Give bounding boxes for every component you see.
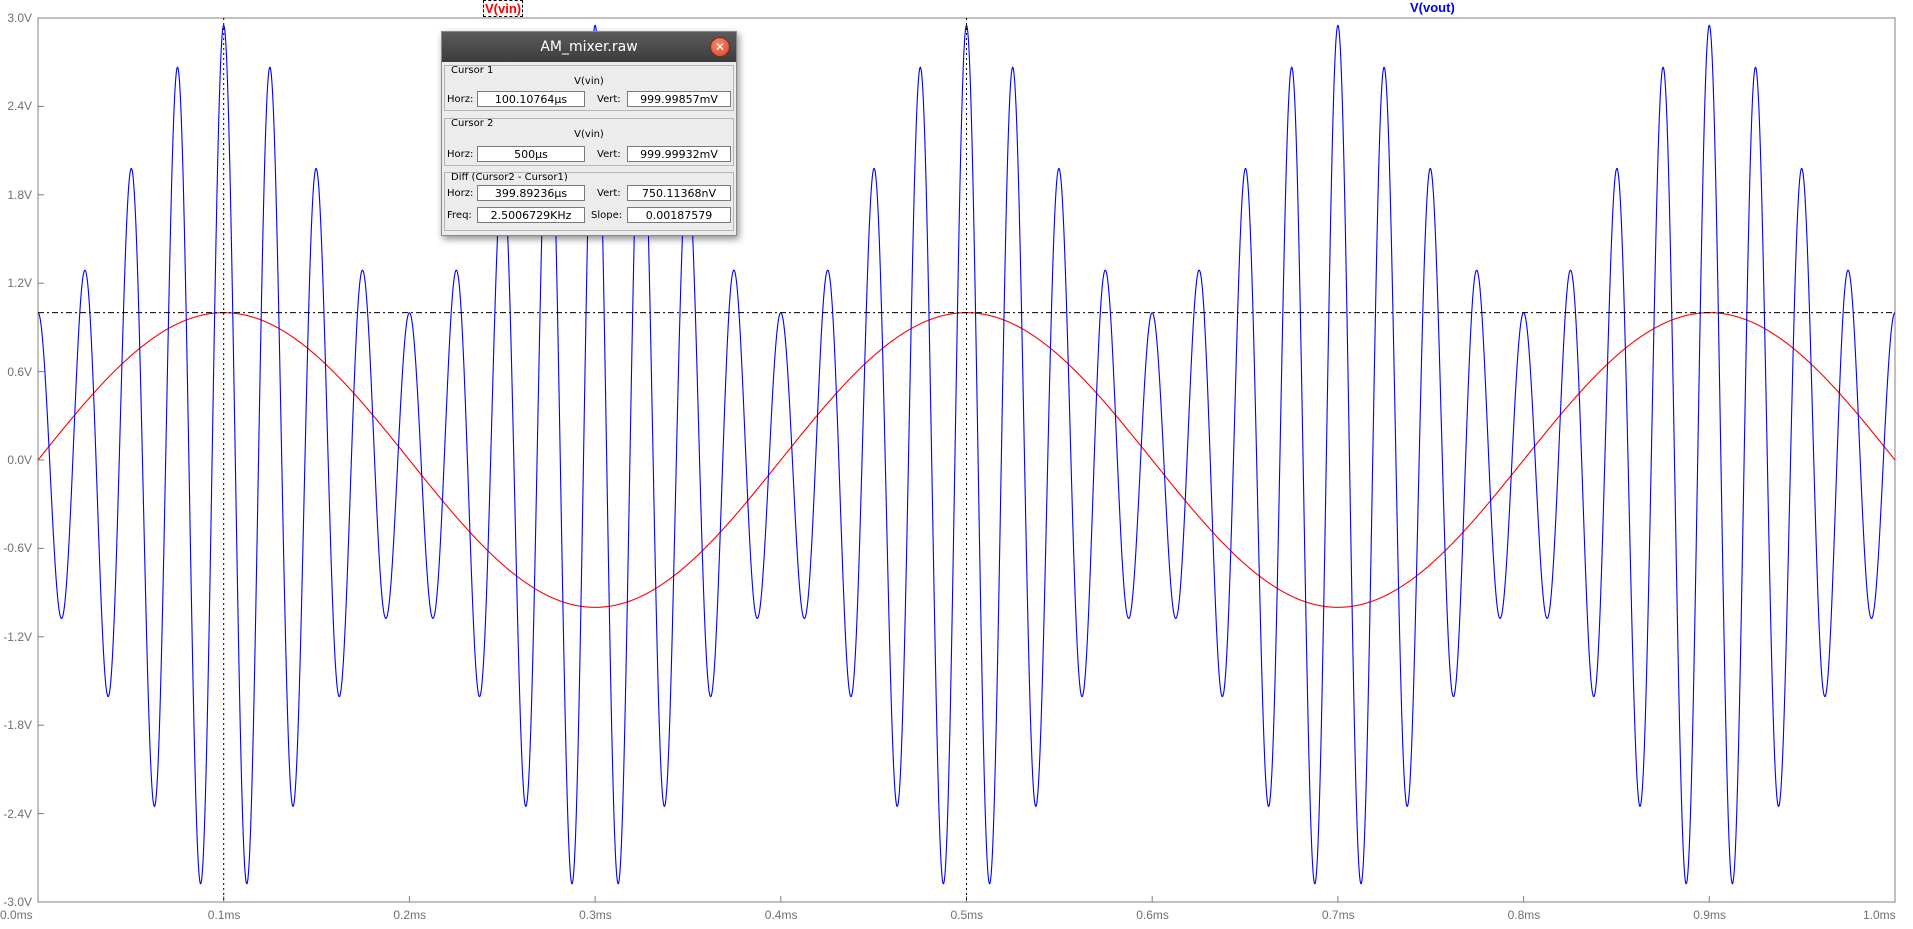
y-tick-label: -3.0V — [3, 895, 32, 909]
diff-horz-field[interactable]: 399.89236µs — [477, 185, 585, 201]
cursor2-signal: V(vin) — [574, 129, 604, 140]
diff-vert-label: Vert: — [597, 188, 621, 199]
x-tick-label: 0.6ms — [1136, 908, 1169, 922]
diff-horz-label: Horz: — [447, 188, 474, 199]
y-tick-label: 0.6V — [7, 364, 32, 379]
diff-freq-label: Freq: — [447, 210, 472, 221]
cursor1-title: Cursor 1 — [451, 65, 494, 76]
trace-label-vout[interactable]: V(vout) — [1410, 0, 1455, 15]
cursor2-horz-field[interactable]: 500µs — [477, 146, 585, 162]
cursor2-group: Cursor 2 V(vin) Horz: 500µs Vert: 999.99… — [444, 118, 734, 166]
y-tick-label: -0.6V — [3, 541, 32, 556]
y-tick-label: -1.2V — [3, 629, 32, 644]
x-tick-label: 0.1ms — [207, 908, 241, 922]
dialog-titlebar[interactable]: AM_mixer.raw ✕ — [442, 32, 736, 62]
x-tick-label: 0.7ms — [1321, 908, 1355, 922]
cursor1-horz-label: Horz: — [447, 94, 474, 105]
trace-label-vin[interactable]: V(vin) — [483, 0, 524, 17]
y-tick-label: -2.4V — [3, 806, 32, 821]
cursor2-vert-field[interactable]: 999.99932mV — [627, 146, 731, 162]
cursor1-group: Cursor 1 V(vin) Horz: 100.10764µs Vert: … — [444, 65, 734, 111]
y-tick-label: 1.2V — [7, 276, 32, 291]
x-tick-label: 0.9ms — [1693, 908, 1726, 922]
y-tick-label: 2.4V — [7, 99, 32, 114]
y-tick-label: -1.8V — [3, 718, 32, 733]
dialog-title: AM_mixer.raw — [540, 39, 638, 55]
diff-slope-field[interactable]: 0.00187579 — [627, 207, 731, 223]
x-tick-label: 0.5ms — [950, 908, 984, 922]
cursor2-horz-label: Horz: — [447, 149, 474, 160]
diff-title: Diff (Cursor2 - Cursor1) — [451, 172, 568, 183]
close-icon[interactable]: ✕ — [710, 37, 730, 57]
cursor1-vert-field[interactable]: 999.99857mV — [627, 91, 731, 107]
cursor1-vert-label: Vert: — [597, 94, 621, 105]
x-tick-label: 0.3ms — [579, 908, 612, 922]
cursor2-vert-label: Vert: — [597, 149, 621, 160]
diff-vert-field[interactable]: 750.11368nV — [627, 185, 731, 201]
diff-slope-label: Slope: — [591, 210, 623, 221]
x-tick-label: 1.0ms — [1863, 908, 1896, 922]
cursor2-title: Cursor 2 — [451, 118, 494, 129]
x-tick-label: 0.8ms — [1507, 908, 1541, 922]
cursor1-horz-field[interactable]: 100.10764µs — [477, 91, 585, 107]
y-tick-label: 0.0V — [7, 453, 32, 467]
y-tick-label: 1.8V — [7, 187, 32, 202]
x-tick-label: 0.2ms — [393, 908, 427, 922]
x-tick-label: 0.0ms — [0, 908, 33, 922]
y-tick-label: 3.0V — [7, 11, 32, 25]
x-tick-label: 0.4ms — [764, 908, 798, 922]
cursor1-signal: V(vin) — [574, 76, 604, 87]
diff-group: Diff (Cursor2 - Cursor1) Horz: 399.89236… — [444, 172, 734, 231]
diff-freq-field[interactable]: 2.5006729KHz — [477, 207, 585, 223]
plot-area[interactable] — [0, 0, 1913, 929]
cursor-dialog[interactable]: AM_mixer.raw ✕ Cursor 1 V(vin) Horz: 100… — [441, 31, 737, 236]
